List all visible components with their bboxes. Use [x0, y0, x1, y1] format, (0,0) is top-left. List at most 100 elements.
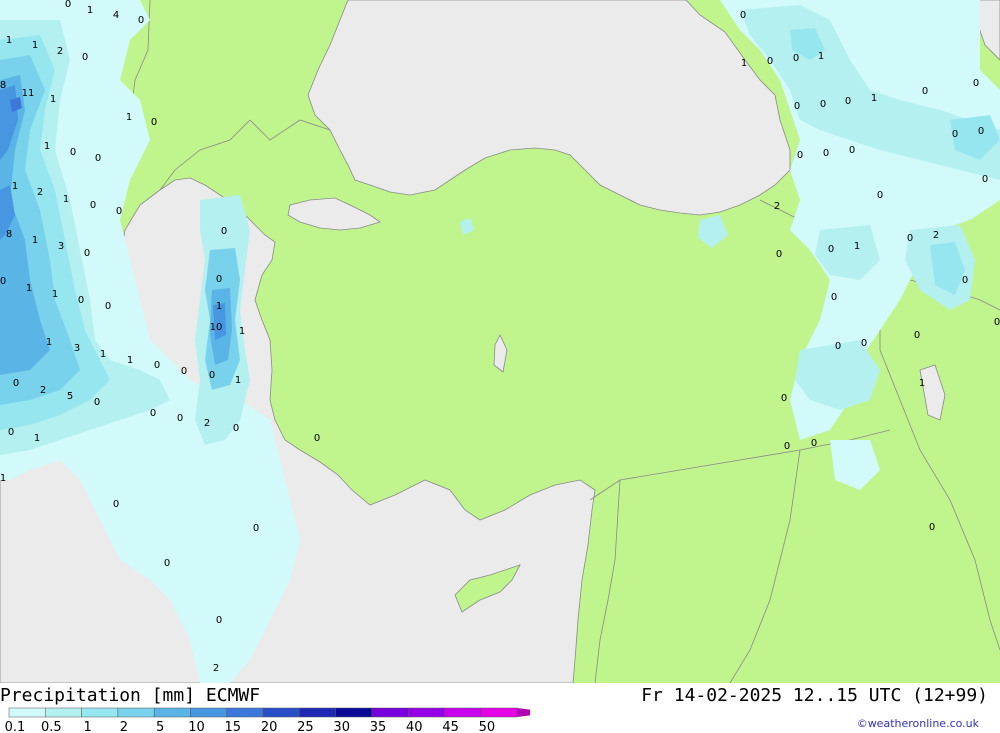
- legend-swatch-arrow: [517, 708, 530, 717]
- legend-swatch: [190, 707, 228, 718]
- precip-value: 2: [204, 418, 210, 429]
- precip-value: 0: [794, 101, 800, 112]
- precip-value: 1: [52, 289, 58, 300]
- map-footer: Precipitation [mm] ECMWF Fr 14-02-2025 1…: [0, 683, 1000, 733]
- precip-value: 0: [820, 99, 826, 110]
- precip-value: 3: [74, 343, 80, 354]
- precip-value: 5: [67, 391, 73, 402]
- precip-value: 1: [818, 51, 824, 62]
- legend-swatch: [117, 707, 155, 718]
- precip-value: 1: [239, 326, 245, 337]
- precip-value: 0: [177, 413, 183, 424]
- legend-tick-label: 30: [333, 720, 350, 733]
- precip-value: 0: [793, 53, 799, 64]
- precip-value: 1: [12, 181, 18, 192]
- legend-swatch: [8, 707, 46, 718]
- precip-value: 1: [127, 355, 133, 366]
- precip-value: 2: [57, 46, 63, 57]
- precip-value: 4: [113, 10, 119, 21]
- precip-value: 0: [78, 295, 84, 306]
- precip-value: 1: [100, 349, 106, 360]
- precip-value: 0: [767, 56, 773, 67]
- precip-value: 1: [919, 378, 925, 389]
- legend-tick-label: 45: [442, 720, 459, 733]
- legend-tick-label: 10: [188, 720, 205, 733]
- precip-value: 0: [181, 366, 187, 377]
- legend-tick-label: 15: [225, 720, 242, 733]
- legend-tick-label: 2: [120, 720, 128, 733]
- precip-value: 0: [95, 153, 101, 164]
- precipitation-map: 0 1 4 0 1 1 2 0 8 11 1 1 0 1 0 0 1 2 1 0…: [0, 0, 1000, 683]
- precip-value: 1: [44, 141, 50, 152]
- precip-value: 0: [952, 129, 958, 140]
- legend-swatch: [480, 707, 518, 718]
- precip-value: 0: [164, 558, 170, 569]
- legend-swatch: [226, 707, 264, 718]
- precip-value: 0: [784, 441, 790, 452]
- precip-value: 1: [6, 35, 12, 46]
- precip-value: 0: [150, 408, 156, 419]
- precip-value: 0: [0, 276, 6, 287]
- precip-value: 0: [929, 522, 935, 533]
- precip-value: 0: [151, 117, 157, 128]
- precip-value: 0: [216, 615, 222, 626]
- legend-swatch: [262, 707, 300, 718]
- precip-value: 1: [126, 112, 132, 123]
- legend-tick-label: 40: [406, 720, 423, 733]
- precip-value: 0: [823, 148, 829, 159]
- precip-value: 0: [8, 427, 14, 438]
- precip-value: 0: [94, 397, 100, 408]
- precip-value: 2: [774, 201, 780, 212]
- precip-value: 1: [216, 301, 222, 312]
- precip-value: 0: [828, 244, 834, 255]
- precip-value: 0: [216, 274, 222, 285]
- precip-value: 0: [233, 423, 239, 434]
- legend-swatch: [408, 707, 445, 718]
- precip-value: 0: [154, 360, 160, 371]
- precip-value: 1: [32, 235, 38, 246]
- precip-value: 3: [58, 241, 64, 252]
- precip-value: 0: [105, 301, 111, 312]
- credit-link[interactable]: ©weatheronline.co.uk: [857, 717, 979, 730]
- precip-value: 0: [811, 438, 817, 449]
- precip-value: 0: [740, 10, 746, 21]
- legend-swatch: [371, 707, 409, 718]
- precip-value: 2: [933, 230, 939, 241]
- precip-value: 1: [741, 58, 747, 69]
- precip-value: 1: [0, 473, 6, 484]
- precip-value: 0: [253, 523, 259, 534]
- legend-swatch: [45, 707, 82, 718]
- legend-swatch: [444, 707, 482, 718]
- precip-value: 0: [65, 0, 71, 10]
- precip-value: 1: [26, 283, 32, 294]
- precip-value: 0: [907, 233, 913, 244]
- precip-value: 0: [877, 190, 883, 201]
- precip-value: 8: [6, 229, 12, 240]
- precip-value: 1: [32, 40, 38, 51]
- precip-value: 0: [221, 226, 227, 237]
- precip-value: 0: [845, 96, 851, 107]
- precip-value: 1: [34, 433, 40, 444]
- precip-value: 0: [781, 393, 787, 404]
- precip-value: 8: [0, 80, 6, 91]
- precip-value: 0: [914, 330, 920, 341]
- precip-value: 2: [213, 663, 219, 674]
- precip-value: 0: [994, 317, 1000, 328]
- precip-value: 0: [116, 206, 122, 217]
- precip-value: 2: [40, 385, 46, 396]
- precip-value: 0: [84, 248, 90, 259]
- precip-value: 1: [871, 93, 877, 104]
- precip-value: 0: [922, 86, 928, 97]
- precip-value: 0: [831, 292, 837, 303]
- precip-value: 0: [776, 249, 782, 260]
- color-scale-legend: 0.1 0.5 1 2 5 10 15 20 25 30 35 40 45 50: [5, 707, 530, 733]
- legend-tick-label: 0.5: [41, 720, 62, 733]
- legend-tick-label: 50: [479, 720, 496, 733]
- legend-swatches: [8, 707, 530, 718]
- precip-value: 11: [22, 88, 35, 99]
- precip-value: 0: [314, 433, 320, 444]
- precip-value: 0: [138, 15, 144, 26]
- precip-value: 0: [82, 52, 88, 63]
- legend-tick-label: 25: [297, 720, 314, 733]
- precip-value: 10: [210, 322, 223, 333]
